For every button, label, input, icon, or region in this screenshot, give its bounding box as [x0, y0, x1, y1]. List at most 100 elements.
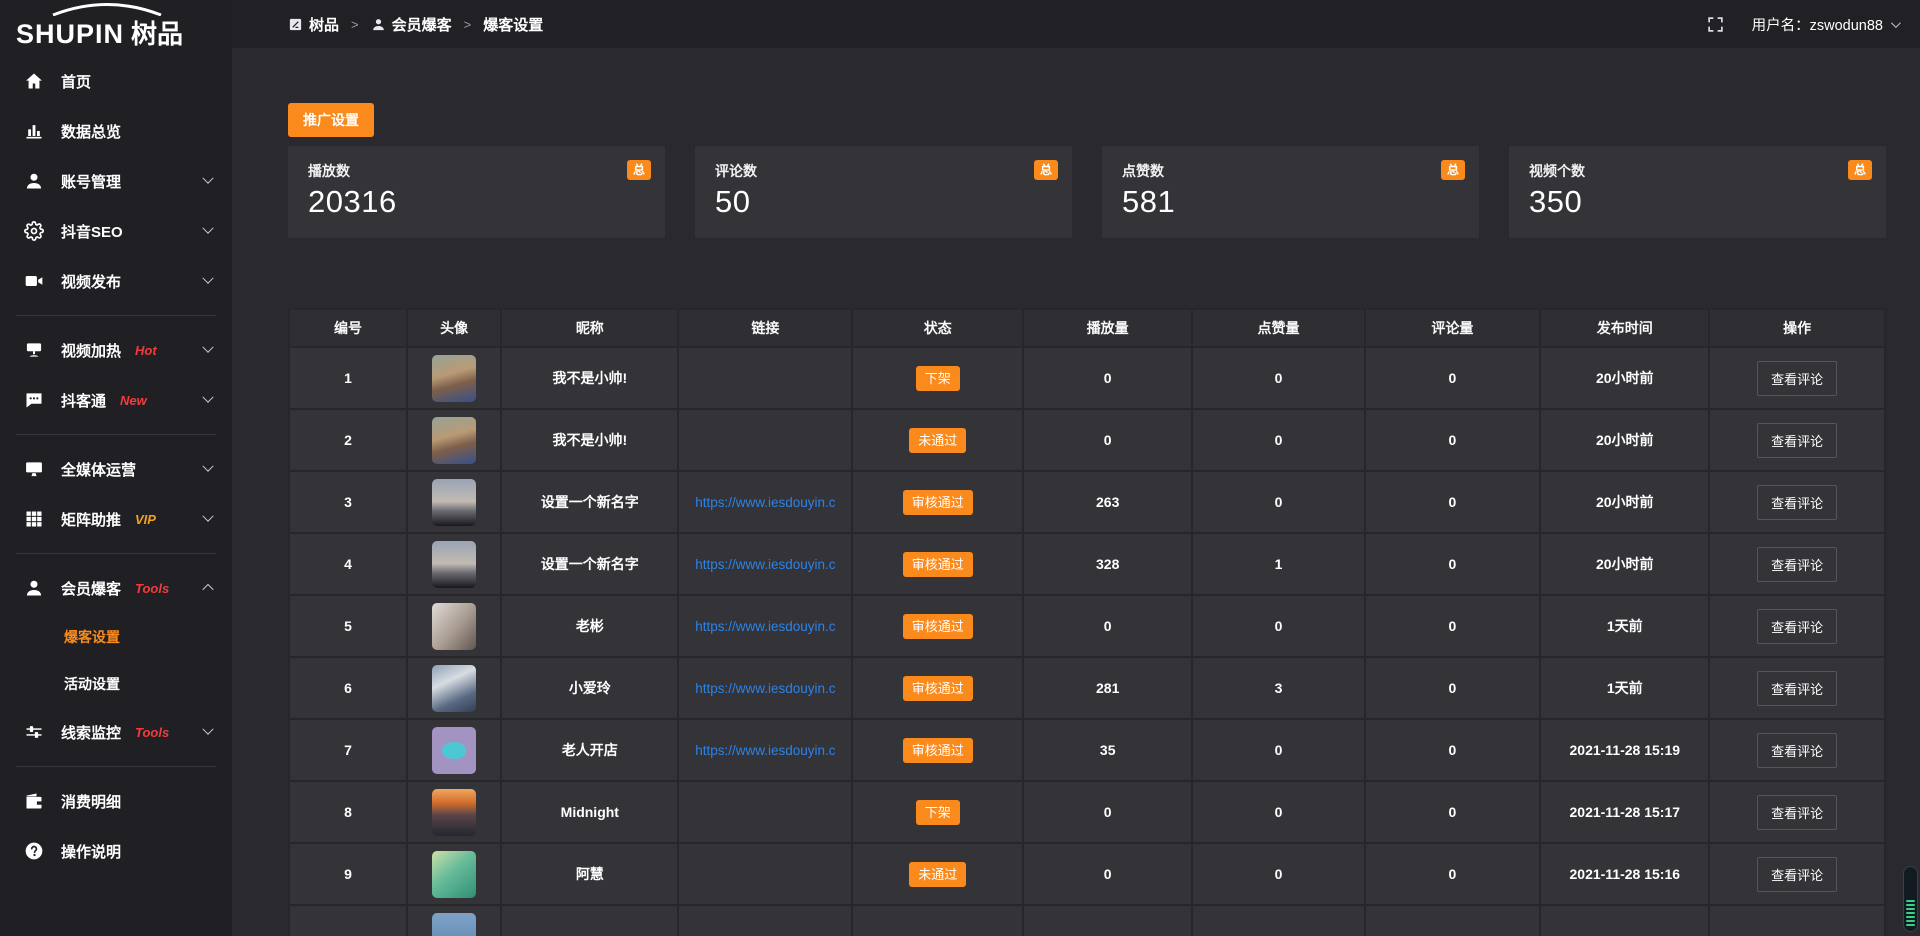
- cell-link: https://www.iesdouyin.c: [678, 533, 852, 595]
- sidebar-item-4[interactable]: 抖音SEO: [0, 206, 232, 256]
- stat-card: 播放数20316总: [288, 146, 665, 238]
- view-comments-button[interactable]: 查看评论: [1757, 547, 1837, 582]
- chevron-down-icon: [202, 342, 213, 353]
- video-link[interactable]: https://www.iesdouyin.c: [695, 619, 835, 634]
- sidebar-badge: Tools: [135, 581, 169, 596]
- fullscreen-icon[interactable]: [1707, 16, 1724, 33]
- cell-nickname: 设置一个新名字: [501, 471, 678, 533]
- cell-action: 查看评论: [1709, 719, 1885, 781]
- view-comments-button[interactable]: 查看评论: [1757, 609, 1837, 644]
- videos-table: 编号头像昵称链接状态播放量点赞量评论量发布时间操作 1我不是小帅!下架00020…: [288, 308, 1886, 936]
- logo-text-cn: 树品: [131, 19, 183, 49]
- app-logo: SHUPIN树品: [0, 0, 232, 50]
- stat-card-value: 581: [1122, 184, 1459, 220]
- cell-nickname: 老人开店: [501, 719, 678, 781]
- cell-link: https://www.iesdouyin.c: [678, 595, 852, 657]
- sidebar-item-10[interactable]: 会员爆客Tools: [0, 563, 232, 613]
- column-header: 操作: [1709, 309, 1885, 347]
- view-comments-button[interactable]: 查看评论: [1757, 795, 1837, 830]
- status-badge: 下架: [916, 800, 960, 825]
- stat-card-label: 评论数: [715, 161, 1052, 181]
- table-row: 1我不是小帅!下架00020小时前查看评论: [289, 347, 1885, 409]
- stat-card-value: 350: [1529, 184, 1866, 220]
- sidebar-badge: New: [120, 393, 147, 408]
- stat-card-value: 50: [715, 184, 1052, 220]
- column-header: 发布时间: [1540, 309, 1709, 347]
- content: 推广设置 播放数20316总评论数50总点赞数581总视频个数350总 编号头像…: [232, 48, 1920, 936]
- sidebar-item-8[interactable]: 全媒体运营: [0, 444, 232, 494]
- sidebar-item-6[interactable]: 视频加热Hot: [0, 325, 232, 375]
- cell-nickname: 设置一个新名字: [501, 533, 678, 595]
- cell-likes: 0: [1192, 409, 1364, 471]
- sidebar-item-label: 数据总览: [61, 121, 121, 142]
- cell-action: 查看评论: [1709, 533, 1885, 595]
- sidebar-divider: [16, 553, 216, 554]
- video-link[interactable]: https://www.iesdouyin.c: [695, 495, 835, 510]
- cell-action: 查看评论: [1709, 347, 1885, 409]
- sidebar-item-label: 账号管理: [61, 171, 121, 192]
- view-comments-button[interactable]: 查看评论: [1757, 733, 1837, 768]
- cell-likes: 3: [1192, 657, 1364, 719]
- sidebar-subitem-爆客设置[interactable]: 爆客设置: [0, 613, 232, 660]
- cell-number: [289, 905, 407, 936]
- sidebar-item-label: 线索监控: [61, 722, 121, 743]
- chevron-down-icon: [202, 511, 213, 522]
- sidebar-item-2[interactable]: 数据总览: [0, 106, 232, 156]
- avatar: [432, 851, 476, 898]
- promo-settings-button[interactable]: 推广设置: [288, 103, 374, 137]
- video-link[interactable]: https://www.iesdouyin.c: [695, 557, 835, 572]
- sidebar-item-label: 抖客通: [61, 390, 106, 411]
- status-badge: 审核通过: [903, 738, 973, 763]
- cell-avatar: [407, 595, 501, 657]
- sidebar-item-label: 矩阵助推: [61, 509, 121, 530]
- cell-status: 未通过: [852, 409, 1023, 471]
- avatar: [432, 479, 476, 526]
- sidebar-item-1[interactable]: 首页: [0, 56, 232, 106]
- table-row: 2我不是小帅!未通过00020小时前查看评论: [289, 409, 1885, 471]
- cell-status: [852, 905, 1023, 936]
- status-badge: 审核通过: [903, 614, 973, 639]
- video-link[interactable]: https://www.iesdouyin.c: [695, 681, 835, 696]
- status-badge: 下架: [916, 366, 960, 391]
- cell-plays: 328: [1023, 533, 1192, 595]
- user-menu[interactable]: 用户名：zswodun88: [1752, 14, 1898, 35]
- cell-action: 查看评论: [1709, 657, 1885, 719]
- stat-card: 评论数50总: [695, 146, 1072, 238]
- overlay-widget[interactable]: [1903, 866, 1918, 932]
- sidebar-item-7[interactable]: 抖客通 New: [0, 375, 232, 425]
- sidebar-item-5[interactable]: 视频发布: [0, 256, 232, 306]
- cell-avatar: [407, 471, 501, 533]
- cell-avatar: [407, 657, 501, 719]
- sidebar-item-12[interactable]: 消费明细: [0, 776, 232, 826]
- cell-time: 1天前: [1540, 657, 1709, 719]
- table-row: 9阿慧未通过0002021-11-28 15:16查看评论: [289, 843, 1885, 905]
- sidebar-item-11[interactable]: 线索监控Tools: [0, 707, 232, 757]
- sidebar-item-9[interactable]: 矩阵助推VIP: [0, 494, 232, 544]
- view-comments-button[interactable]: 查看评论: [1757, 423, 1837, 458]
- sidebar-item-3[interactable]: 账号管理: [0, 156, 232, 206]
- cell-nickname: 我不是小帅!: [501, 409, 678, 471]
- view-comments-button[interactable]: 查看评论: [1757, 485, 1837, 520]
- column-header: 播放量: [1023, 309, 1192, 347]
- view-comments-button[interactable]: 查看评论: [1757, 671, 1837, 706]
- cell-plays: 281: [1023, 657, 1192, 719]
- cell-avatar: [407, 533, 501, 595]
- cell-link: https://www.iesdouyin.c: [678, 719, 852, 781]
- chevron-down-icon: [202, 461, 213, 472]
- cell-comments: 0: [1365, 843, 1541, 905]
- cell-time: 20小时前: [1540, 471, 1709, 533]
- breadcrumb-item[interactable]: 树品: [309, 14, 339, 35]
- breadcrumb-item[interactable]: 会员爆客: [392, 14, 452, 35]
- cell-avatar: [407, 781, 501, 843]
- user-icon: [24, 171, 44, 191]
- sidebar-item-13[interactable]: 操作说明: [0, 826, 232, 876]
- grid-icon: [24, 509, 44, 529]
- video-link[interactable]: https://www.iesdouyin.c: [695, 743, 835, 758]
- sidebar-item-label: 全媒体运营: [61, 459, 136, 480]
- sidebar-subitem-活动设置[interactable]: 活动设置: [0, 660, 232, 707]
- chat-icon: [24, 390, 44, 410]
- view-comments-button[interactable]: 查看评论: [1757, 857, 1837, 892]
- sidebar-item-label: 首页: [61, 71, 91, 92]
- view-comments-button[interactable]: 查看评论: [1757, 361, 1837, 396]
- column-header: 编号: [289, 309, 407, 347]
